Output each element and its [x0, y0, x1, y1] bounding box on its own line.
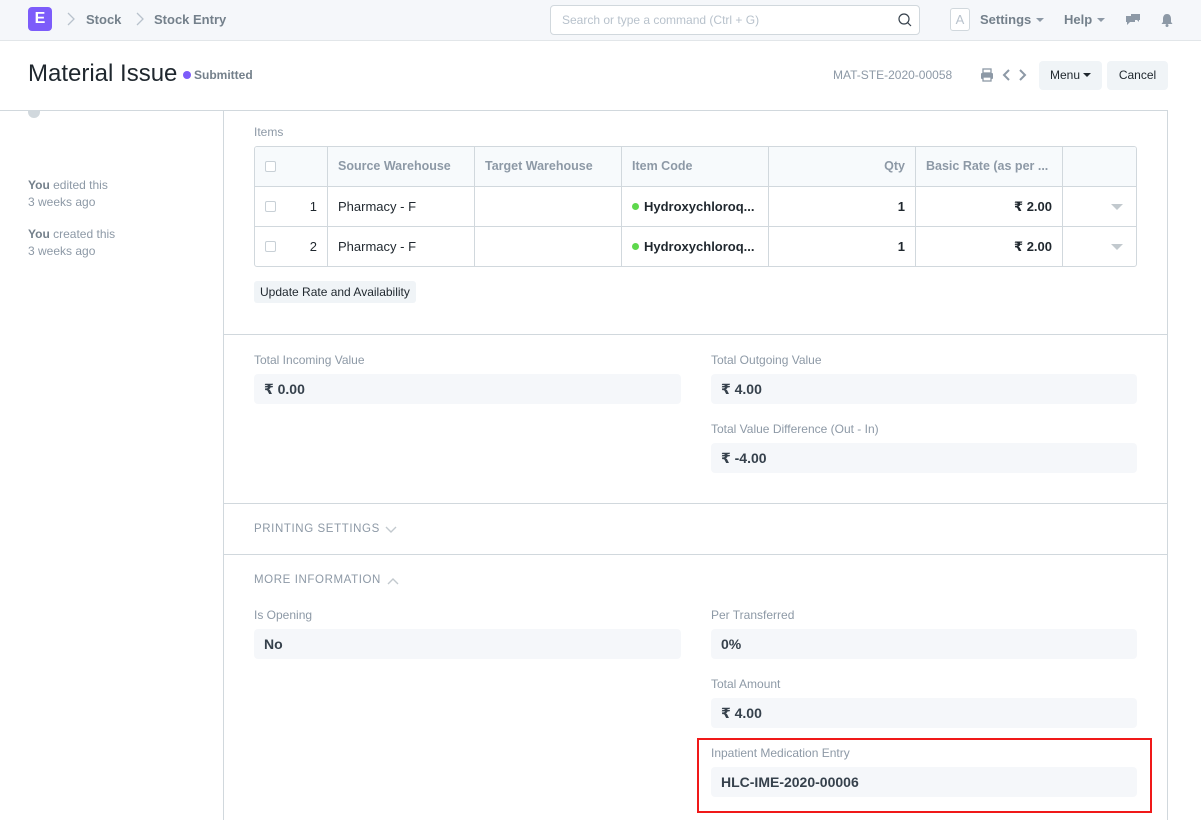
section-divider: [224, 503, 1167, 504]
timeline-item: You edited this 3 weeks ago: [28, 177, 108, 211]
settings-label: Settings: [980, 12, 1032, 27]
items-table: Source Warehouse Target Warehouse Item C…: [254, 146, 1137, 267]
header-target-warehouse[interactable]: Target Warehouse: [475, 147, 622, 187]
print-icon[interactable]: [980, 67, 994, 83]
sidebar-divider: [223, 110, 224, 820]
timeline-action: created this: [53, 227, 116, 241]
row-actions-cell[interactable]: [1063, 227, 1136, 266]
status-badge: Submitted: [194, 68, 253, 82]
total-incoming-field: ₹ 0.00: [254, 374, 681, 404]
help-label: Help: [1064, 12, 1093, 27]
user-avatar[interactable]: A: [950, 8, 970, 31]
more-information-section-toggle[interactable]: MORE INFORMATION: [254, 574, 381, 586]
is-opening-label: Is Opening: [254, 608, 313, 622]
header-source-warehouse[interactable]: Source Warehouse: [328, 147, 475, 187]
search-icon[interactable]: [897, 12, 913, 28]
header-item-code[interactable]: Item Code: [622, 147, 769, 187]
qty-cell[interactable]: 1: [769, 227, 916, 266]
header-actions: [1063, 147, 1136, 187]
caret-down-icon: [1097, 17, 1106, 22]
app-logo[interactable]: E: [28, 7, 52, 31]
section-divider: [224, 554, 1167, 555]
table-header-row: Source Warehouse Target Warehouse Item C…: [255, 147, 1136, 187]
cancel-button[interactable]: Cancel: [1107, 61, 1168, 90]
target-warehouse-cell[interactable]: [475, 227, 622, 266]
timeline-marker: [28, 110, 40, 118]
timeline-item: You created this 3 weeks ago: [28, 226, 115, 260]
row-actions-cell[interactable]: [1063, 187, 1136, 227]
total-difference-field: ₹ -4.00: [711, 443, 1137, 473]
settings-dropdown[interactable]: Settings: [980, 12, 1045, 27]
item-code-value: Hydroxychloroq...: [644, 199, 755, 214]
chevron-right-icon: [136, 12, 144, 26]
timeline-time: 3 weeks ago: [28, 244, 96, 258]
breadcrumb-stock-entry[interactable]: Stock Entry: [154, 12, 226, 27]
row-checkbox[interactable]: [265, 201, 276, 212]
highlight-box: [697, 738, 1152, 813]
item-code-cell[interactable]: Hydroxychloroq...: [622, 187, 769, 227]
search-input[interactable]: Search or type a command (Ctrl + G): [550, 5, 920, 35]
row-index: 1: [309, 199, 317, 214]
row-expand-caret-icon[interactable]: [1111, 204, 1123, 210]
chat-icon[interactable]: [1125, 12, 1141, 28]
total-incoming-label: Total Incoming Value: [254, 353, 365, 367]
timeline-actor: You: [28, 227, 50, 241]
stock-indicator-dot: [632, 203, 639, 211]
chevron-right-icon: [67, 12, 75, 26]
items-label: Items: [254, 125, 284, 139]
search-placeholder: Search or type a command (Ctrl + G): [562, 13, 760, 27]
previous-document-icon[interactable]: [1000, 67, 1014, 83]
row-checkbox[interactable]: [265, 241, 276, 252]
source-warehouse-cell[interactable]: Pharmacy - F: [328, 227, 475, 266]
row-select-cell: 1: [255, 187, 328, 227]
header-basic-rate[interactable]: Basic Rate (as per ...: [916, 147, 1063, 187]
timeline-actor: You: [28, 178, 50, 192]
item-code-value: Hydroxychloroq...: [644, 239, 755, 254]
update-rate-availability-button[interactable]: Update Rate and Availability: [254, 281, 416, 303]
qty-cell[interactable]: 1: [769, 187, 916, 227]
status-indicator-dot: [183, 71, 191, 79]
notification-bell-icon[interactable]: [1159, 12, 1175, 28]
target-warehouse-cell[interactable]: [475, 187, 622, 227]
chevron-up-icon[interactable]: [387, 577, 399, 585]
timeline-time: 3 weeks ago: [28, 195, 96, 209]
header-qty[interactable]: Qty: [769, 147, 916, 187]
stock-indicator-dot: [632, 243, 639, 251]
chevron-down-icon[interactable]: [385, 526, 397, 534]
navbar: E Stock Stock Entry Search or type a com…: [0, 0, 1201, 41]
total-outgoing-label: Total Outgoing Value: [711, 353, 822, 367]
menu-button[interactable]: Menu: [1039, 61, 1102, 90]
section-divider: [224, 334, 1167, 335]
timeline-action: edited this: [53, 178, 108, 192]
item-code-cell[interactable]: Hydroxychloroq...: [622, 227, 769, 266]
select-all-checkbox[interactable]: [265, 161, 276, 172]
per-transferred-field: 0%: [711, 629, 1137, 659]
help-dropdown[interactable]: Help: [1064, 12, 1106, 27]
menu-label: Menu: [1049, 68, 1081, 82]
printing-settings-section-toggle[interactable]: PRINTING SETTINGS: [254, 523, 380, 535]
table-row[interactable]: 2 Pharmacy - F Hydroxychloroq... 1 ₹ 2.0…: [255, 227, 1136, 266]
breadcrumb-stock[interactable]: Stock: [86, 12, 121, 27]
page-title: Material Issue: [28, 60, 178, 87]
total-difference-label: Total Value Difference (Out - In): [711, 422, 879, 436]
next-document-icon[interactable]: [1015, 67, 1029, 83]
header-divider: [0, 110, 1167, 111]
row-expand-caret-icon[interactable]: [1111, 244, 1123, 250]
total-amount-label: Total Amount: [711, 677, 781, 691]
header-select-cell: [255, 147, 328, 187]
caret-down-icon: [1083, 72, 1092, 77]
per-transferred-label: Per Transferred: [711, 608, 795, 622]
document-name: MAT-STE-2020-00058: [833, 68, 953, 82]
source-warehouse-cell[interactable]: Pharmacy - F: [328, 187, 475, 227]
is-opening-field: No: [254, 629, 681, 659]
table-row[interactable]: 1 Pharmacy - F Hydroxychloroq... 1 ₹ 2.0…: [255, 187, 1136, 227]
total-amount-field: ₹ 4.00: [711, 698, 1137, 728]
form-right-border: [1167, 110, 1168, 820]
total-outgoing-field: ₹ 4.00: [711, 374, 1137, 404]
caret-down-icon: [1036, 17, 1045, 22]
basic-rate-cell[interactable]: ₹ 2.00: [916, 187, 1063, 227]
basic-rate-cell[interactable]: ₹ 2.00: [916, 227, 1063, 266]
row-index: 2: [309, 239, 317, 254]
row-select-cell: 2: [255, 227, 328, 266]
